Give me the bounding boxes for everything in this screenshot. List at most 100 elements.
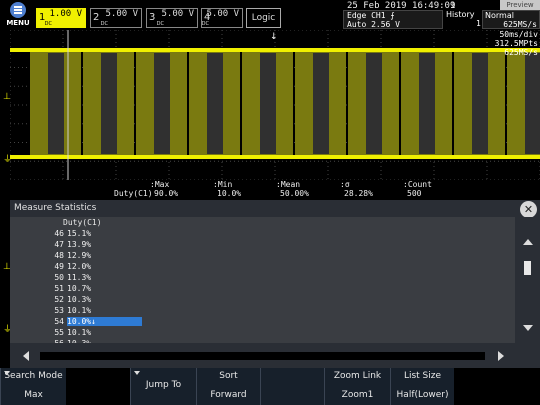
softkey-title: Jump To	[145, 380, 182, 390]
trigger-position-icon: ↓	[270, 32, 278, 42]
softkey-value: Half(Lower)	[396, 390, 449, 400]
list-item[interactable]: 50 11.3%	[10, 273, 515, 284]
measurement-summary: :Max Duty(C1) 90.0% :Min 10.0% :Mean 50.…	[10, 180, 540, 200]
scroll-down-icon[interactable]	[523, 325, 533, 331]
row-index: 50	[54, 273, 64, 282]
blank-softkey[interactable]	[260, 368, 324, 405]
channel-coupling: DC	[156, 21, 164, 27]
max-value: 90.0%	[154, 189, 179, 198]
list-item[interactable]: 54 10.0%↓	[10, 317, 515, 328]
trigger-settings[interactable]: Edge CH1 ⨍ Auto 2.56 V	[343, 10, 443, 29]
statistics-list[interactable]: Duty(C1) 46 15.1% 47 13.9% 48 12.9% 49 12.0% 50 1…	[10, 217, 515, 343]
max-label: :Max	[150, 180, 170, 189]
waveform-gap	[313, 53, 329, 154]
close-icon[interactable]: ✕	[520, 201, 537, 218]
mean-label: :Mean	[276, 180, 301, 189]
sigma-label: :σ	[340, 180, 350, 189]
list-item[interactable]: 55 10.1%	[10, 328, 515, 339]
sigma-value: 28.28%	[344, 189, 373, 198]
row-index: 52	[54, 295, 64, 304]
scroll-up-icon[interactable]	[523, 239, 533, 245]
list-item[interactable]: 49 12.0%	[10, 262, 515, 273]
zoom-link-softkey[interactable]: Zoom Link Zoom1	[324, 368, 390, 405]
vertical-scrollbar[interactable]	[515, 217, 540, 343]
trigger-type: Edge CH1 ⨍	[347, 11, 395, 20]
softkey-title: List Size	[403, 371, 442, 381]
channel-coupling: DC	[44, 21, 52, 27]
search-mode-softkey[interactable]: Search Mode Max	[0, 368, 66, 405]
row-index: 53	[54, 306, 64, 315]
channel-coupling: DC	[201, 21, 209, 27]
channel-scale: 5.00 V	[161, 9, 194, 19]
timebase-readout: 50ms/div 312.5MPts 625MS/s	[495, 30, 538, 57]
list-size-softkey[interactable]: List Size Half(Lower)	[390, 368, 454, 405]
panel-title: Measure Statistics	[14, 203, 97, 213]
channel-3-button[interactable]: 3 5.00 V DC	[146, 8, 198, 28]
softkey-title: Sort	[219, 371, 238, 381]
channel-scale: 1.00 V	[49, 9, 82, 19]
waveform-display[interactable]: ↓ 50ms/div 312.5MPts 625MS/s	[10, 30, 540, 200]
measure-statistics-panel: Measure Statistics ✕ Duty(C1) 46 15.1% 47 1…	[10, 200, 540, 368]
column-header: Duty(C1)	[63, 218, 102, 227]
list-item[interactable]: 53 10.1%	[10, 306, 515, 317]
scroll-left-icon[interactable]	[23, 351, 29, 361]
waveform-gap	[419, 53, 435, 154]
logic-button[interactable]: Logic	[246, 8, 281, 28]
list-item[interactable]: 46 15.1%	[10, 229, 515, 240]
count-label: :Count	[403, 180, 432, 189]
row-value: 10.1%	[67, 328, 92, 337]
menu-label: MENU	[6, 19, 30, 27]
row-value: 10.7%	[67, 284, 92, 293]
channel-number: 3	[149, 12, 156, 23]
waveform-low-level	[10, 155, 540, 159]
menu-button[interactable]: MENU	[3, 2, 33, 29]
channel-2-button[interactable]: 2 5.00 V DC	[90, 8, 142, 28]
list-item[interactable]: 51 10.7%	[10, 284, 515, 295]
row-value: 10.3%	[67, 295, 92, 304]
preview-button[interactable]: Preview	[500, 0, 540, 10]
waveform-gap	[260, 53, 276, 154]
scroll-right-icon[interactable]	[498, 351, 504, 361]
jump-to-softkey[interactable]: Jump To	[130, 368, 196, 405]
sample-rate-readout: 625MS/s	[504, 48, 538, 57]
channel-4-button[interactable]: 4 5.00 V DC	[201, 8, 243, 28]
acquisition-mode[interactable]: Normal 625MS/s	[482, 10, 540, 29]
list-item[interactable]: 52 10.3%	[10, 295, 515, 306]
row-value: 11.3%	[67, 273, 92, 282]
top-status-bar: MENU 1 1.00 V DC 2 5.00 V DC 3 5.00 V DC…	[0, 0, 540, 30]
record-length: 312.5MPts	[494, 39, 538, 48]
waveform-gap	[101, 53, 117, 154]
row-value: 12.0%	[67, 262, 92, 271]
row-index: 55	[54, 328, 64, 337]
sample-rate: 625MS/s	[503, 20, 537, 29]
waveform-high-level	[10, 48, 540, 52]
row-index: 54	[54, 317, 64, 326]
waveform-graticule: ↓	[10, 30, 540, 180]
min-label: :Min	[213, 180, 233, 189]
horizontal-scrollbar[interactable]	[10, 343, 540, 368]
trigger-level: Auto 2.56 V	[347, 20, 400, 29]
softkey-title: Search Mode	[4, 371, 63, 381]
submenu-triangle-icon	[134, 371, 140, 375]
channel-1-button[interactable]: 1 1.00 V DC	[36, 8, 86, 28]
row-value: 12.9%	[67, 251, 92, 260]
channel-coupling: DC	[100, 21, 108, 27]
horizontal-scroll-track[interactable]	[40, 352, 485, 360]
row-value: 10.0%↓	[67, 317, 142, 326]
row-index: 51	[54, 284, 64, 293]
row-value: 15.1%	[67, 229, 92, 238]
channel-1-ground-marker[interactable]: ⏚	[3, 152, 12, 165]
count-value: 500	[407, 189, 422, 198]
mean-value: 50.00%	[280, 189, 309, 198]
channel-1-level-marker[interactable]: ⊥	[3, 92, 11, 102]
row-value: 10.1%	[67, 306, 92, 315]
history-label: History	[446, 10, 475, 19]
scroll-thumb[interactable]	[524, 261, 531, 275]
sort-softkey[interactable]: Sort Forward	[196, 368, 260, 405]
waveform-gap	[472, 53, 488, 154]
waveform-gap	[48, 53, 64, 154]
list-item[interactable]: 47 13.9%	[10, 240, 515, 251]
channel-scale: 5.00 V	[105, 9, 138, 19]
list-item[interactable]: 48 12.9%	[10, 251, 515, 262]
waveform-gap	[154, 53, 170, 154]
